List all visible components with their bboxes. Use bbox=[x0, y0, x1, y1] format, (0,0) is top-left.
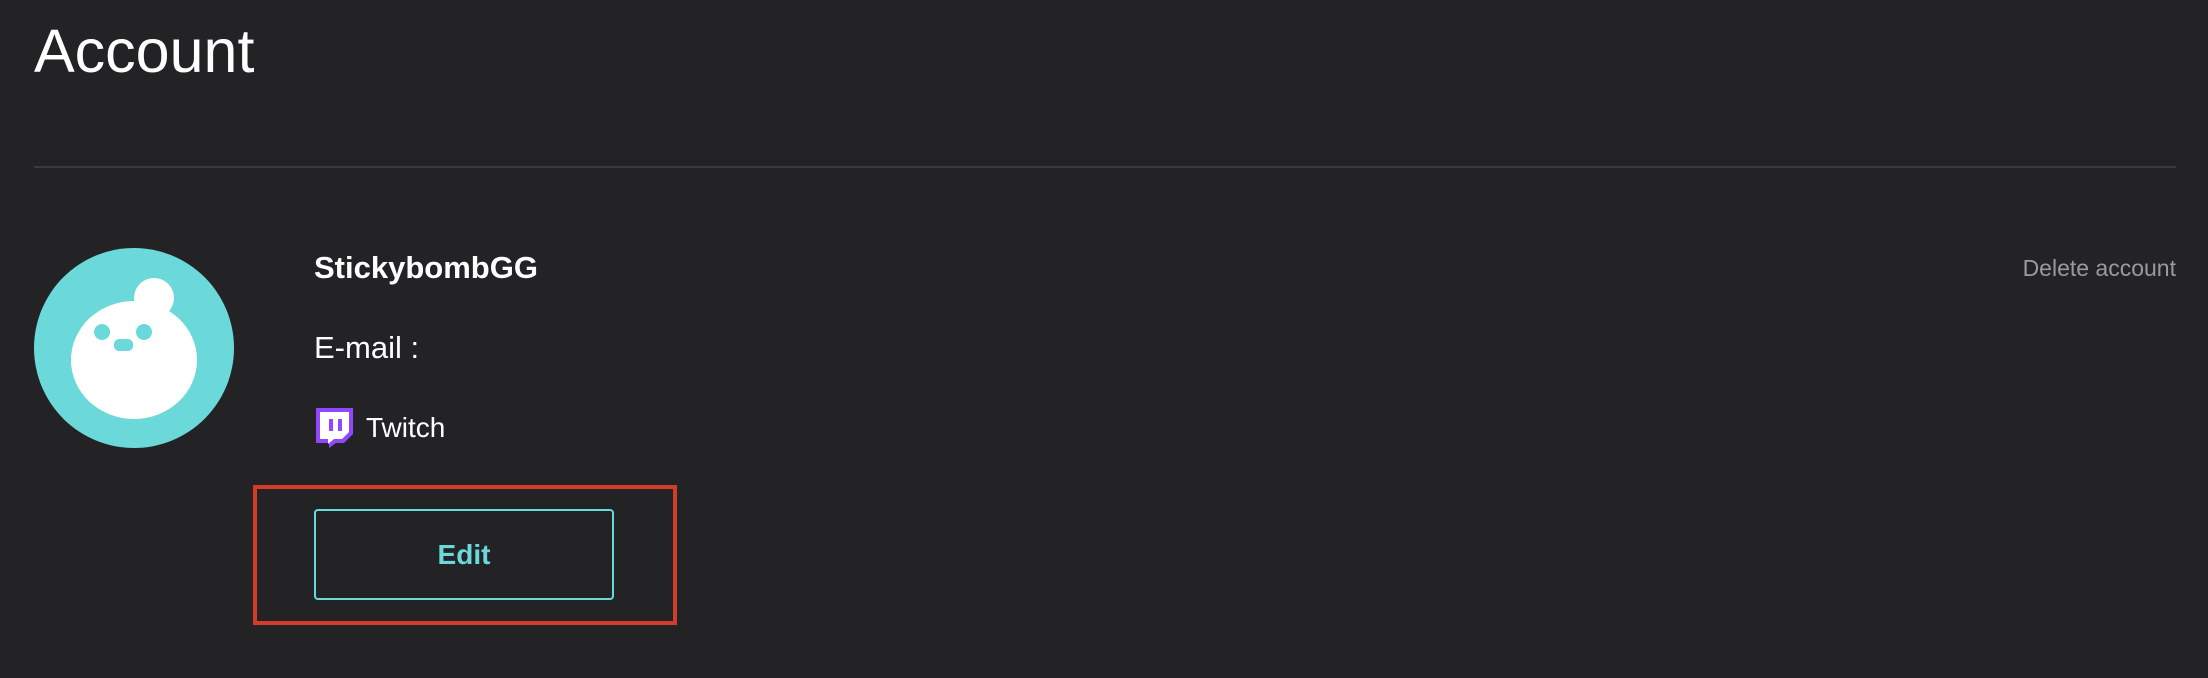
twitch-icon bbox=[316, 408, 353, 448]
delete-account-link[interactable]: Delete account bbox=[2023, 252, 2176, 284]
mascot-avatar-icon bbox=[71, 278, 197, 419]
username: StickybombGG bbox=[314, 250, 538, 285]
linked-provider: Twitch bbox=[314, 408, 445, 448]
edit-button[interactable]: Edit bbox=[314, 509, 614, 600]
header-divider bbox=[34, 166, 2176, 168]
avatar bbox=[34, 248, 234, 448]
provider-label: Twitch bbox=[366, 412, 446, 443]
email-label: E-mail : bbox=[314, 330, 420, 365]
page-title: Account bbox=[34, 17, 255, 85]
